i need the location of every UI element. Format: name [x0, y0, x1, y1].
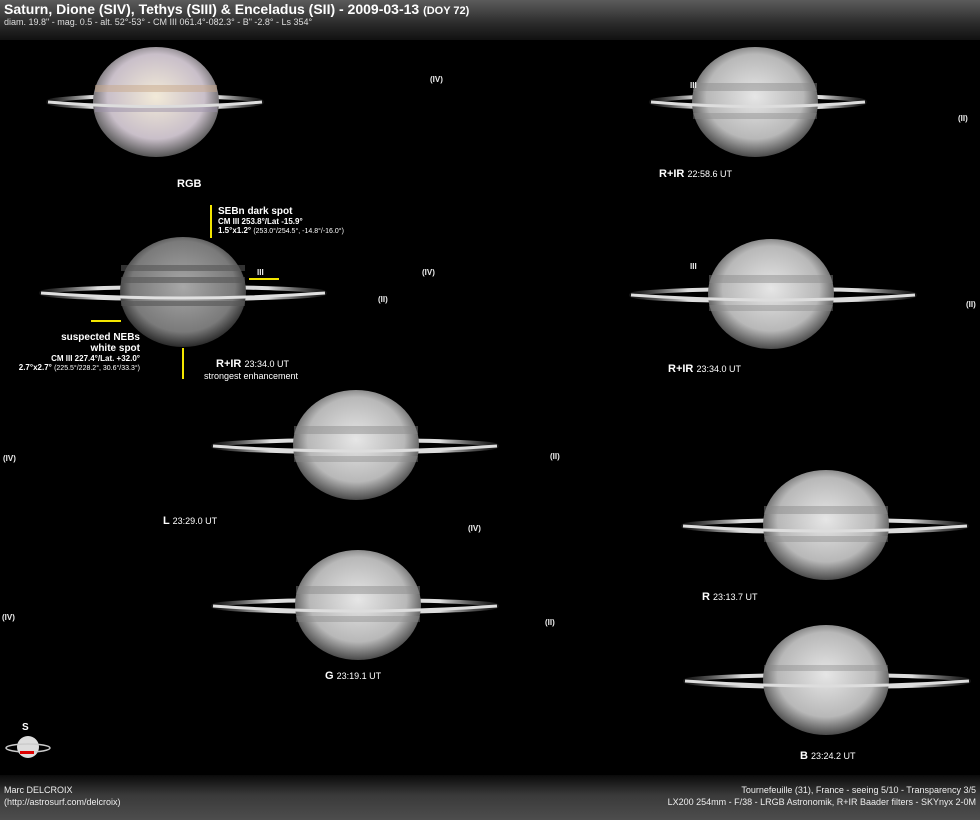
moon-enceladus-2258: (II) [958, 114, 968, 123]
seb-coords: CM III 253.8°/Lat -15.9° [218, 217, 303, 226]
neb-coords: CM III 227.4°/Lat. +32.0° [51, 354, 140, 363]
neb-title-1: suspected NEBs [61, 332, 140, 343]
neb-size: 2.7°x2.7° (225.5°/228.2°, 30.6°/33.3°) [18, 363, 140, 372]
seb-annotation: SEBn dark spot CM III 253.8°/Lat -15.9° … [218, 206, 344, 235]
moon-dione-r: (IV) [468, 524, 481, 533]
orientation-icon [5, 736, 51, 758]
moon-dione-l: (IV) [3, 454, 16, 463]
moon-enceladus-g: (II) [545, 618, 555, 627]
footer-author: Marc DELCROIX [4, 785, 73, 795]
label-rir-2334-right: R+IR 23:34.0 UT [668, 363, 741, 375]
observation-details: diam. 19.8" - mag. 0.5 - alt. 52°-53° - … [4, 17, 313, 27]
seb-marker-horizontal [249, 278, 279, 280]
moon-enceladus-left: (II) [378, 295, 388, 304]
label-b: B 23:24.2 UT [800, 750, 856, 762]
label-r: R 23:13.7 UT [702, 591, 758, 603]
neb-annotation: suspected NEBs white spot CM III 227.4°/… [19, 332, 140, 372]
seb-size: 1.5°x1.2° (253.0°/254.5°, -14.8°/-16.0°) [218, 226, 344, 235]
saturn-image-r [681, 470, 969, 580]
page-title: Saturn, Dione (SIV), Tethys (SIII) & Enc… [4, 1, 469, 17]
moon-tethys-left: III [257, 268, 264, 277]
label-rgb: RGB [177, 178, 202, 190]
seb-marker-vertical [210, 205, 212, 238]
saturn-image-rgb [46, 47, 264, 157]
label-rir-2334-left: R+IR 23:34.0 UT [216, 358, 289, 370]
moon-dione-rgb: (IV) [430, 75, 443, 84]
neb-marker-horizontal [91, 320, 121, 322]
saturn-image-g [211, 550, 499, 660]
footer-url[interactable]: (http://astrosurf.com/delcroix) [4, 797, 121, 807]
moon-dione-left: (IV) [422, 268, 435, 277]
moon-enceladus-right: (II) [966, 300, 976, 309]
label-g: G 23:19.1 UT [325, 670, 382, 682]
moon-tethys-right: III [690, 262, 697, 271]
moon-dione-g: (IV) [2, 613, 15, 622]
title-text: Saturn, Dione (SIV), Tethys (SIII) & Enc… [4, 1, 420, 17]
label-rir-2258: R+IR 22:58.6 UT [659, 168, 732, 180]
title-doy: (DOY 72) [423, 5, 470, 17]
footer-site: Tournefeuille (31), France - seeing 5/10… [741, 785, 976, 795]
saturn-image-b [683, 625, 971, 735]
footer-equipment: LX200 254mm - F/38 - LRGB Astronomik, R+… [667, 797, 976, 807]
seb-title: SEBn dark spot [218, 206, 293, 217]
label-strongest-enhancement: strongest enhancement [204, 371, 299, 381]
label-l: L 23:29.0 UT [163, 515, 218, 527]
moon-enceladus-l: (II) [550, 452, 560, 461]
saturn-image-l [211, 390, 499, 500]
neb-marker-vertical [182, 348, 184, 379]
saturn-image-rir-2258 [649, 47, 867, 157]
moon-tethys-2258: III [690, 81, 697, 90]
saturn-image-rir-2334-right [629, 239, 917, 349]
neb-title-2: white spot [90, 343, 140, 354]
